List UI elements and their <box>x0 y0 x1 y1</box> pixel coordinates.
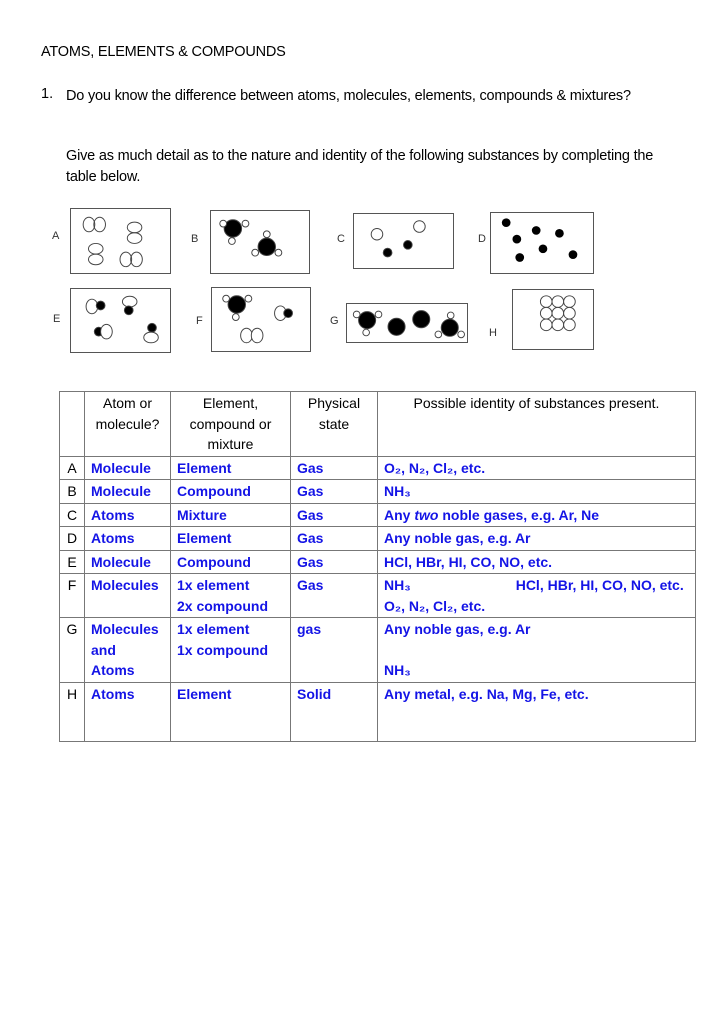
answers-table: Atom or molecule? Element, compound or m… <box>59 391 696 742</box>
identity-text: HCl, HBr, HI, CO, NO, etc. <box>515 577 684 593</box>
identity-text: noble gases, e.g. Ar, Ne <box>438 506 599 523</box>
row-letter: B <box>59 479 85 504</box>
atom-or-molecule-cell: Molecule <box>84 549 171 574</box>
classification-line: 1x compound <box>177 641 269 658</box>
identity-text: Any <box>384 506 415 523</box>
atom-or-molecule-cell: Atoms <box>84 526 171 551</box>
state-cell: Gas <box>290 526 378 551</box>
identity-line: Any noble gas, e.g. Ar <box>384 621 531 637</box>
header-letter <box>59 391 85 457</box>
identity-line: O₂, N₂, Cl₂, etc. <box>384 597 486 614</box>
question-number: 1. <box>41 86 54 102</box>
row-letter: G <box>59 617 85 683</box>
classification-cell: 1x element 1x compound <box>170 617 291 683</box>
identity-text: NH₃ <box>384 577 411 593</box>
atom-line: and <box>91 641 116 658</box>
classification-cell: Element <box>170 681 291 742</box>
table-row: F Molecules 1x element 2x compound Gas NH… <box>59 573 696 618</box>
atom-or-molecule-cell: Molecules and Atoms <box>84 617 171 683</box>
diagram-d <box>490 212 594 274</box>
diagram-label-h: H <box>489 327 497 339</box>
identity-cell: Any two noble gases, e.g. Ar, Ne <box>377 502 696 527</box>
atom-or-molecule-cell: Molecule <box>84 455 171 480</box>
table-row: D Atoms Element Gas Any noble gas, e.g. … <box>59 526 696 551</box>
identity-cell: NH₃ HCl, HBr, HI, CO, NO, etc. O₂, N₂, Cl₂… <box>377 573 696 618</box>
identity-cell: Any metal, e.g. Na, Mg, Fe, etc. <box>377 681 696 742</box>
state-cell: Gas <box>290 479 378 504</box>
row-letter: C <box>59 502 85 527</box>
identity-cell: HCl, HBr, HI, CO, NO, etc. <box>377 549 696 574</box>
table-row: B Molecule Compound Gas NH₃ <box>59 479 696 504</box>
atom-or-molecule-cell: Atoms <box>84 502 171 527</box>
state-cell: Gas <box>290 502 378 527</box>
diagram-label-b: B <box>191 233 199 245</box>
identity-cell: Any noble gas, e.g. Ar NH₃ <box>377 617 696 683</box>
state-cell: Gas <box>290 455 378 480</box>
atom-line: Atoms <box>91 662 135 678</box>
row-letter: H <box>59 681 85 742</box>
classification-cell: 1x element 2x compound <box>170 573 291 618</box>
question-text: Do you know the difference between atoms… <box>66 88 631 104</box>
table-row: C Atoms Mixture Gas Any two noble gases,… <box>59 502 696 527</box>
question-instruction: Give as much detail as to the nature and… <box>66 148 654 185</box>
classification-line: 1x element <box>177 577 250 593</box>
table-row: H Atoms Element Solid Any metal, e.g. Na… <box>59 681 696 742</box>
identity-line: NH₃ <box>384 662 411 678</box>
table-row: G Molecules and Atoms 1x element 1x compoun… <box>59 617 696 683</box>
row-letter: F <box>59 573 85 618</box>
state-cell: Solid <box>290 681 378 742</box>
row-letter: D <box>59 526 85 551</box>
diagram-g <box>346 303 468 343</box>
diagram-label-e: E <box>53 313 61 325</box>
table-row: A Molecule Element Gas O₂, N₂, Cl₂, etc. <box>59 455 696 480</box>
identity-emphasis: two <box>414 506 439 523</box>
classification-cell: Compound <box>170 549 291 574</box>
diagram-b <box>210 210 310 274</box>
diagram-label-c: C <box>337 233 345 245</box>
identity-cell: NH₃ <box>377 479 696 504</box>
page-title: ATOMS, ELEMENTS & COMPOUNDS <box>41 44 286 60</box>
atom-or-molecule-cell: Molecules <box>84 573 171 618</box>
identity-line: NH₃ HCl, HBr, HI, CO, NO, etc. <box>384 575 689 596</box>
classification-cell: Element <box>170 455 291 480</box>
diagram-label-a: A <box>52 230 60 242</box>
state-cell: Gas <box>290 549 378 574</box>
header-atom-or-molecule: Atom or molecule? <box>84 391 171 457</box>
header-classification: Element, compound or mixture <box>170 391 291 457</box>
identity-cell: O₂, N₂, Cl₂, etc. <box>377 455 696 480</box>
diagram-h <box>512 289 594 350</box>
diagram-label-d: D <box>478 233 486 245</box>
diagram-label-g: G <box>330 315 339 327</box>
classification-line: 2x compound <box>177 597 269 614</box>
identity-cell: Any noble gas, e.g. Ar <box>377 526 696 551</box>
diagram-c <box>353 213 454 269</box>
diagram-e <box>70 288 171 353</box>
diagram-f <box>211 287 311 352</box>
atom-or-molecule-cell: Atoms <box>84 681 171 742</box>
atom-line: Molecules <box>91 621 159 637</box>
table-header-row: Atom or molecule? Element, compound or m… <box>59 391 696 457</box>
classification-line: 1x element <box>177 621 250 637</box>
classification-cell: Compound <box>170 479 291 504</box>
state-cell: Gas <box>290 573 378 618</box>
classification-cell: Mixture <box>170 502 291 527</box>
row-letter: E <box>59 549 85 574</box>
atom-or-molecule-cell: Molecule <box>84 479 171 504</box>
header-physical-state: Physical state <box>290 391 378 457</box>
diagram-label-f: F <box>196 315 203 327</box>
table-row: E Molecule Compound Gas HCl, HBr, HI, CO… <box>59 549 696 574</box>
classification-cell: Element <box>170 526 291 551</box>
header-identity: Possible identity of substances present. <box>377 391 696 457</box>
state-cell: gas <box>290 617 378 683</box>
diagram-a <box>70 208 171 274</box>
row-letter: A <box>59 455 85 480</box>
